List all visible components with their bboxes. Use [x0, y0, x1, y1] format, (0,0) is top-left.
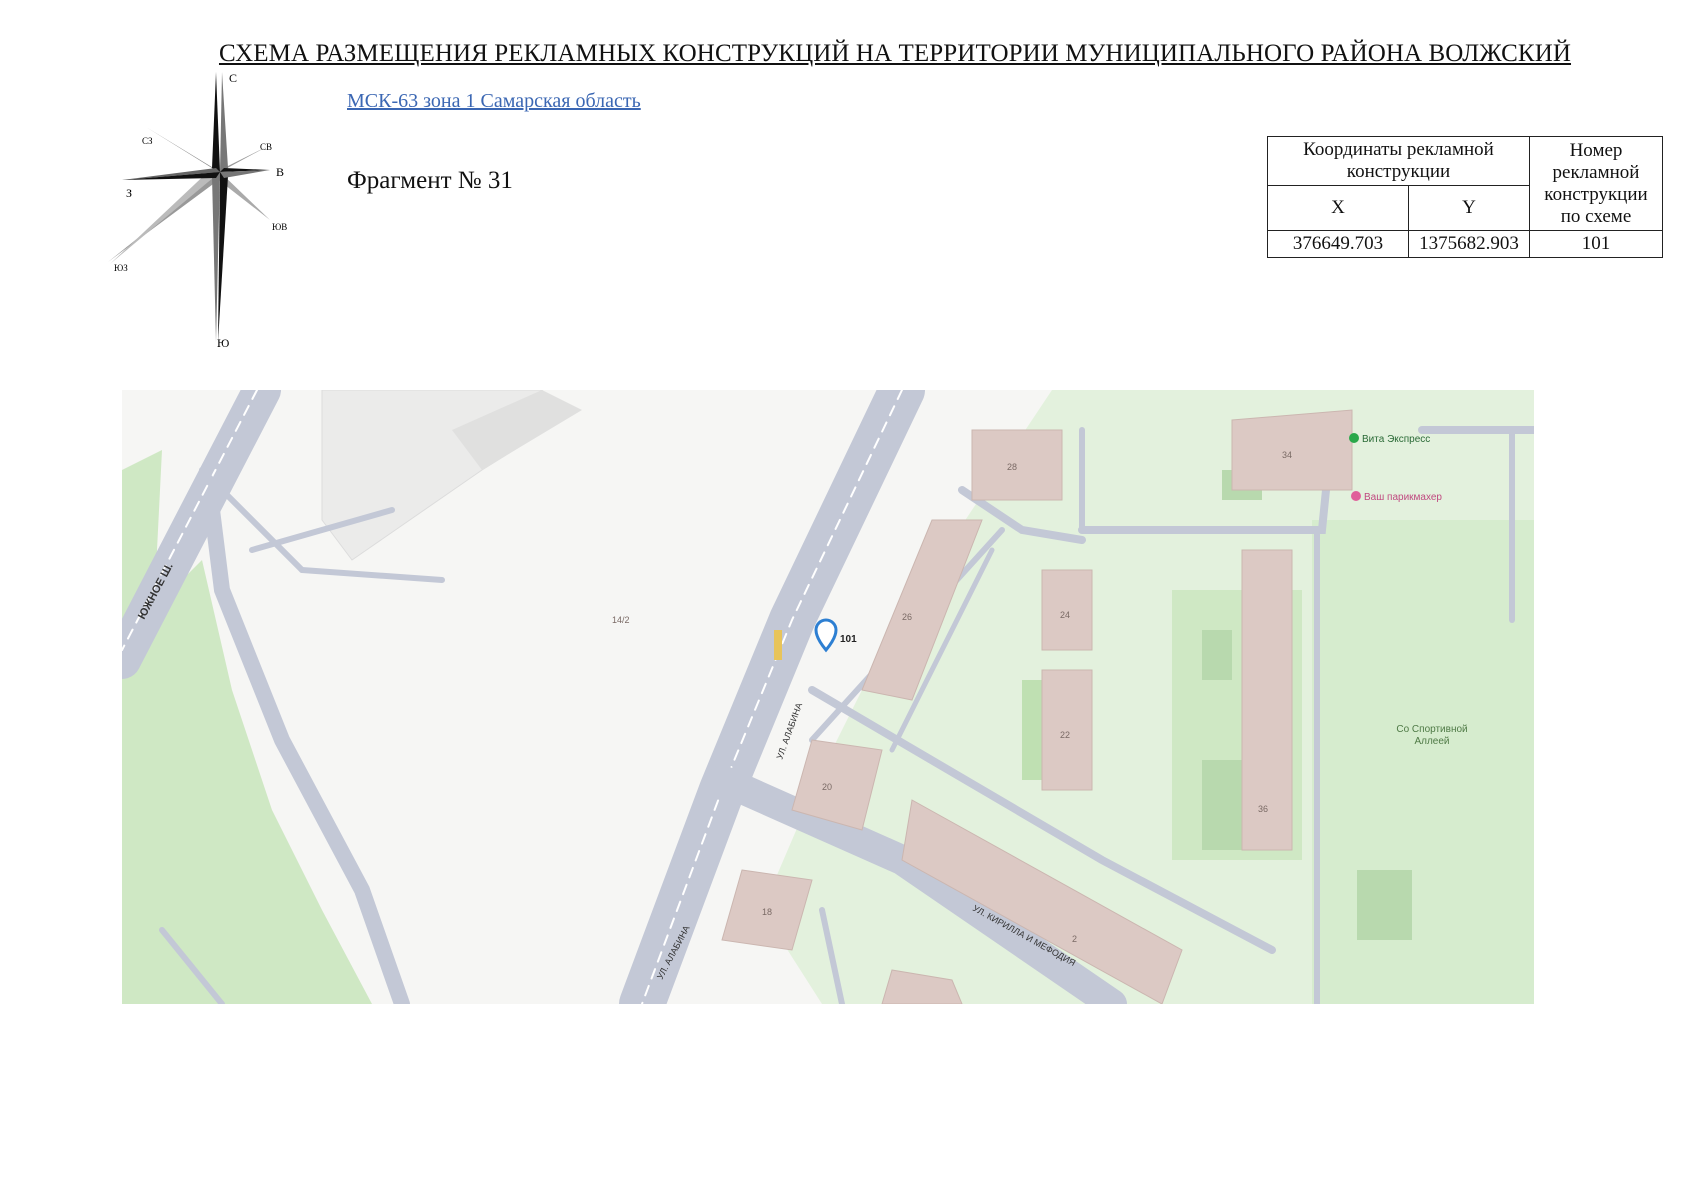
building-label: 20 — [822, 782, 832, 792]
barber-icon — [1351, 491, 1361, 501]
building-label: 34 — [1282, 450, 1292, 460]
building-label: 24 — [1060, 610, 1070, 620]
cell-y: 1375682.903 — [1408, 230, 1530, 258]
building-label: 28 — [1007, 462, 1017, 472]
compass-e: В — [276, 165, 284, 179]
cell-x: 376649.703 — [1267, 230, 1409, 258]
building-label: 26 — [902, 612, 912, 622]
crs-link[interactable]: МСК-63 зона 1 Самарская область — [347, 90, 641, 113]
pharmacy-icon — [1349, 433, 1359, 443]
building-label: 14/2 — [612, 615, 630, 625]
marker-label: 101 — [840, 634, 857, 645]
building-label: 18 — [762, 907, 772, 917]
compass-w: З — [126, 186, 132, 200]
map-fragment[interactable]: 28 34 26 24 22 20 36 18 2 14/2 ЮЖНОЕ Ш. … — [122, 390, 1534, 1004]
table-row: 376649.703 1375682.903 101 — [1267, 230, 1663, 258]
compass-rose-icon: С Ю В З СВ СЗ ЮВ ЮЗ — [108, 72, 287, 350]
fragment-number: Фрагмент № 31 — [347, 167, 513, 194]
compass-se: ЮВ — [272, 222, 287, 232]
poi-vita-express: Вита Экспресс — [1362, 434, 1430, 445]
page-title: СХЕМА РАЗМЕЩЕНИЯ РЕКЛАМНЫХ КОНСТРУКЦИЙ Н… — [218, 40, 1572, 67]
building-label: 36 — [1258, 804, 1268, 814]
park-label-2: Аллеей — [1414, 736, 1449, 747]
header-number: Номер рекламной конструкции по схеме — [1529, 136, 1663, 231]
compass-ne: СВ — [260, 142, 272, 152]
header-y: Y — [1408, 185, 1530, 231]
park-label-1: Со Спортивной — [1396, 724, 1467, 735]
compass-nw: СЗ — [142, 136, 153, 146]
compass-sw: ЮЗ — [114, 263, 128, 273]
header-coordinates: Координаты рекламной конструкции — [1267, 136, 1530, 186]
coordinates-table: Координаты рекламной конструкции Номер р… — [1267, 136, 1663, 258]
poi-barber: Ваш парикмахер — [1364, 492, 1442, 503]
building-label: 2 — [1072, 934, 1077, 944]
building-label: 22 — [1060, 730, 1070, 740]
header-x: X — [1267, 185, 1409, 231]
cell-number: 101 — [1529, 230, 1663, 258]
compass-n: С — [229, 72, 237, 85]
compass-s: Ю — [217, 336, 229, 350]
